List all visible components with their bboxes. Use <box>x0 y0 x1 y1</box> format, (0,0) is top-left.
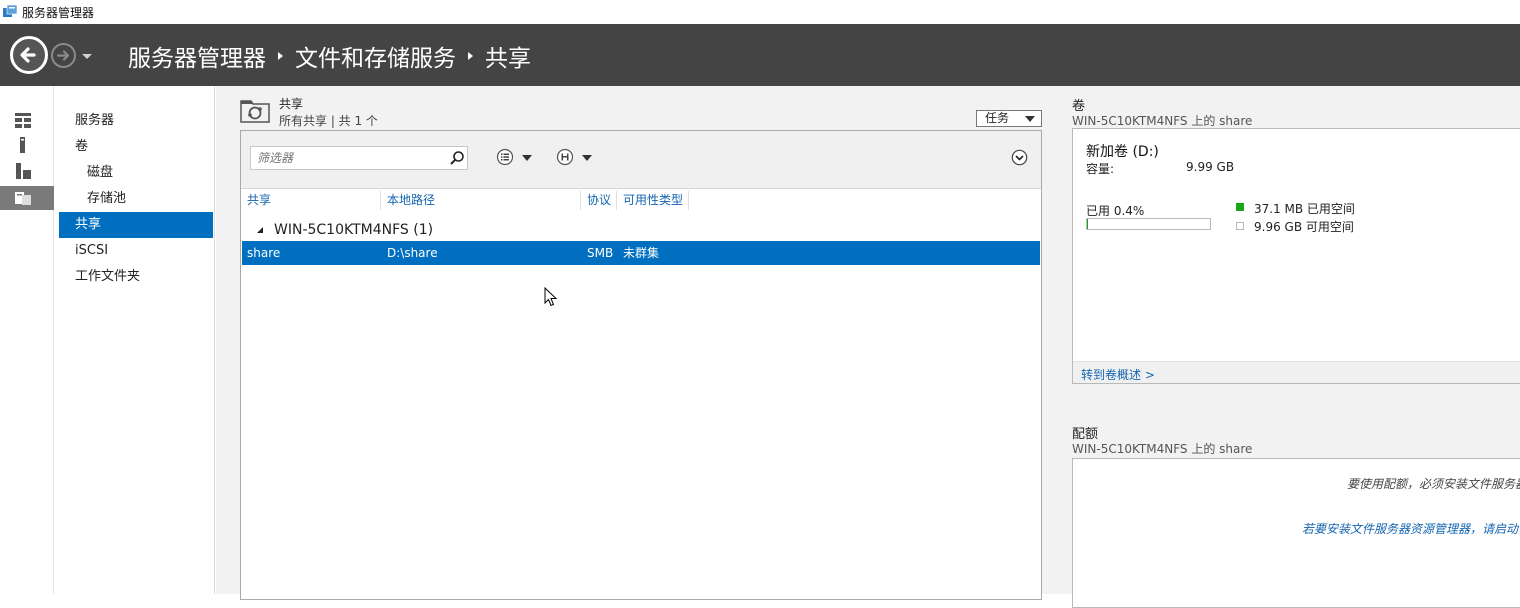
mouse-cursor-icon <box>544 287 558 307</box>
forward-button[interactable] <box>51 43 76 68</box>
forward-arrow-icon <box>56 50 70 61</box>
breadcrumb-item-server-manager[interactable]: 服务器管理器 <box>128 39 266 73</box>
tile-title: 共享 <box>279 97 304 111</box>
title-bar: 服务器管理器 <box>0 0 1520 24</box>
nav-pane: 服务器 卷 磁盘 存储池 共享 iSCSI 工作文件夹 <box>56 86 215 594</box>
column-header-availability[interactable]: 可用性类型 <box>617 191 689 210</box>
dropdown-arrow-icon[interactable] <box>582 155 592 161</box>
quota-panel: 要使用配额，必须安装文件服务器 若要安装文件服务器资源管理器，请启动 <box>1072 458 1520 608</box>
back-button[interactable] <box>10 36 48 74</box>
volume-tile-subtitle: WIN-5C10KTM4NFS 上的 share <box>1072 114 1253 128</box>
header-bar: 服务器管理器 文件和存储服务 共享 <box>0 24 1520 86</box>
nav-item-shares[interactable]: 共享 <box>59 212 213 238</box>
nav-item-servers[interactable]: 服务器 <box>56 108 213 134</box>
collapse-triangle-icon[interactable] <box>257 227 263 233</box>
used-percent-label: 已用 0.4% <box>1086 204 1145 218</box>
icon-strip <box>0 86 54 594</box>
nav-item-label: 卷 <box>75 139 89 154</box>
used-space-text: 37.1 MB 已用空间 <box>1254 202 1355 216</box>
local-server-icon[interactable] <box>14 136 32 154</box>
tasks-label: 任务 <box>985 111 1010 125</box>
volume-panel: 新加卷 (D:) 容量: 9.99 GB 已用 0.4% 37.1 MB 已用空… <box>1072 128 1520 384</box>
free-space-legend-swatch <box>1236 222 1244 230</box>
nav-item-label: 共享 <box>75 217 102 232</box>
nav-item-label: 工作文件夹 <box>75 269 141 284</box>
file-storage-services-icon[interactable] <box>14 188 32 206</box>
list-view-options-icon[interactable] <box>496 148 514 166</box>
cell-availability: 未群集 <box>623 246 660 260</box>
group-header[interactable]: WIN-5C10KTM4NFS (1) <box>241 219 1041 241</box>
breadcrumb-item-shares: 共享 <box>485 46 531 72</box>
history-dropdown-icon[interactable] <box>80 50 94 62</box>
goto-volume-overview-link[interactable]: 转到卷概述 > <box>1081 366 1155 383</box>
nav-item-label: 存储池 <box>87 191 127 206</box>
nav-item-storage-pools[interactable]: 存储池 <box>56 186 213 212</box>
all-servers-icon[interactable] <box>14 162 32 180</box>
save-query-icon[interactable] <box>556 148 574 166</box>
list-toolbar <box>241 131 1041 189</box>
capacity-value: 9.99 GB <box>1186 160 1235 174</box>
expand-arrow-icon[interactable] <box>41 279 49 289</box>
capacity-label: 容量: <box>1086 162 1115 176</box>
used-space-legend-swatch <box>1236 203 1244 211</box>
server-manager-icon <box>3 5 17 17</box>
breadcrumb-item-file-storage[interactable]: 文件和存储服务 <box>295 39 456 73</box>
breadcrumb: 服务器管理器 文件和存储服务 共享 <box>128 40 531 72</box>
quota-tile-subtitle: WIN-5C10KTM4NFS 上的 share <box>1072 442 1253 456</box>
quota-message: 要使用配额，必须安装文件服务器 <box>1347 477 1520 491</box>
install-fsrm-link[interactable]: 若要安装文件服务器资源管理器，请启动 <box>1302 520 1518 537</box>
table-row[interactable]: share D:\share SMB 未群集 <box>242 241 1040 265</box>
free-space-text: 9.96 GB 可用空间 <box>1254 220 1354 234</box>
nav-item-work-folders[interactable]: 工作文件夹 <box>56 264 213 290</box>
dashboard-icon[interactable] <box>14 111 32 129</box>
search-icon[interactable] <box>449 150 465 166</box>
volume-panel-footer: 转到卷概述 > <box>1073 361 1520 383</box>
cell-share: share <box>247 246 281 260</box>
cell-protocol: SMB <box>587 246 614 260</box>
usage-bar-fill <box>1087 219 1088 229</box>
shares-list-panel: 共享 本地路径 协议 可用性类型 WIN-5C10KTM4NFS (1) sha… <box>240 130 1042 600</box>
group-label: WIN-5C10KTM4NFS (1) <box>274 222 434 238</box>
nav-item-label: 服务器 <box>75 113 115 128</box>
column-header-protocol[interactable]: 协议 <box>581 191 617 210</box>
volume-name: 新加卷 (D:) <box>1086 144 1159 160</box>
breadcrumb-separator-icon <box>278 52 283 60</box>
tasks-button[interactable]: 任务 <box>976 110 1042 127</box>
dropdown-arrow-icon[interactable] <box>522 155 532 161</box>
column-header-local-path[interactable]: 本地路径 <box>381 191 581 210</box>
window-title: 服务器管理器 <box>22 6 95 20</box>
chevron-down-icon[interactable] <box>1011 149 1028 166</box>
back-arrow-icon <box>20 47 36 63</box>
dropdown-arrow-icon <box>1025 116 1035 122</box>
shares-tile: 共享 所有共享 | 共 1 个 任务 筛选器 共享 本地路径 协议 可用性类型 … <box>216 86 1062 600</box>
shared-folder-icon <box>240 100 270 123</box>
nav-item-label: iSCSI <box>75 243 109 258</box>
breadcrumb-separator-icon <box>468 52 473 60</box>
details-pane: 卷 WIN-5C10KTM4NFS 上的 share 新加卷 (D:) 容量: … <box>1062 86 1520 608</box>
filter-input[interactable] <box>250 146 468 170</box>
nav-item-label: 磁盘 <box>87 165 114 180</box>
nav-item-disks[interactable]: 磁盘 <box>56 160 213 186</box>
cell-local-path: D:\share <box>387 246 438 260</box>
nav-item-iscsi[interactable]: iSCSI <box>56 238 213 264</box>
usage-bar <box>1086 218 1211 230</box>
column-header-share[interactable]: 共享 <box>241 191 381 210</box>
tile-subtitle: 所有共享 | 共 1 个 <box>279 114 378 128</box>
nav-item-volumes[interactable]: 卷 <box>56 134 213 160</box>
